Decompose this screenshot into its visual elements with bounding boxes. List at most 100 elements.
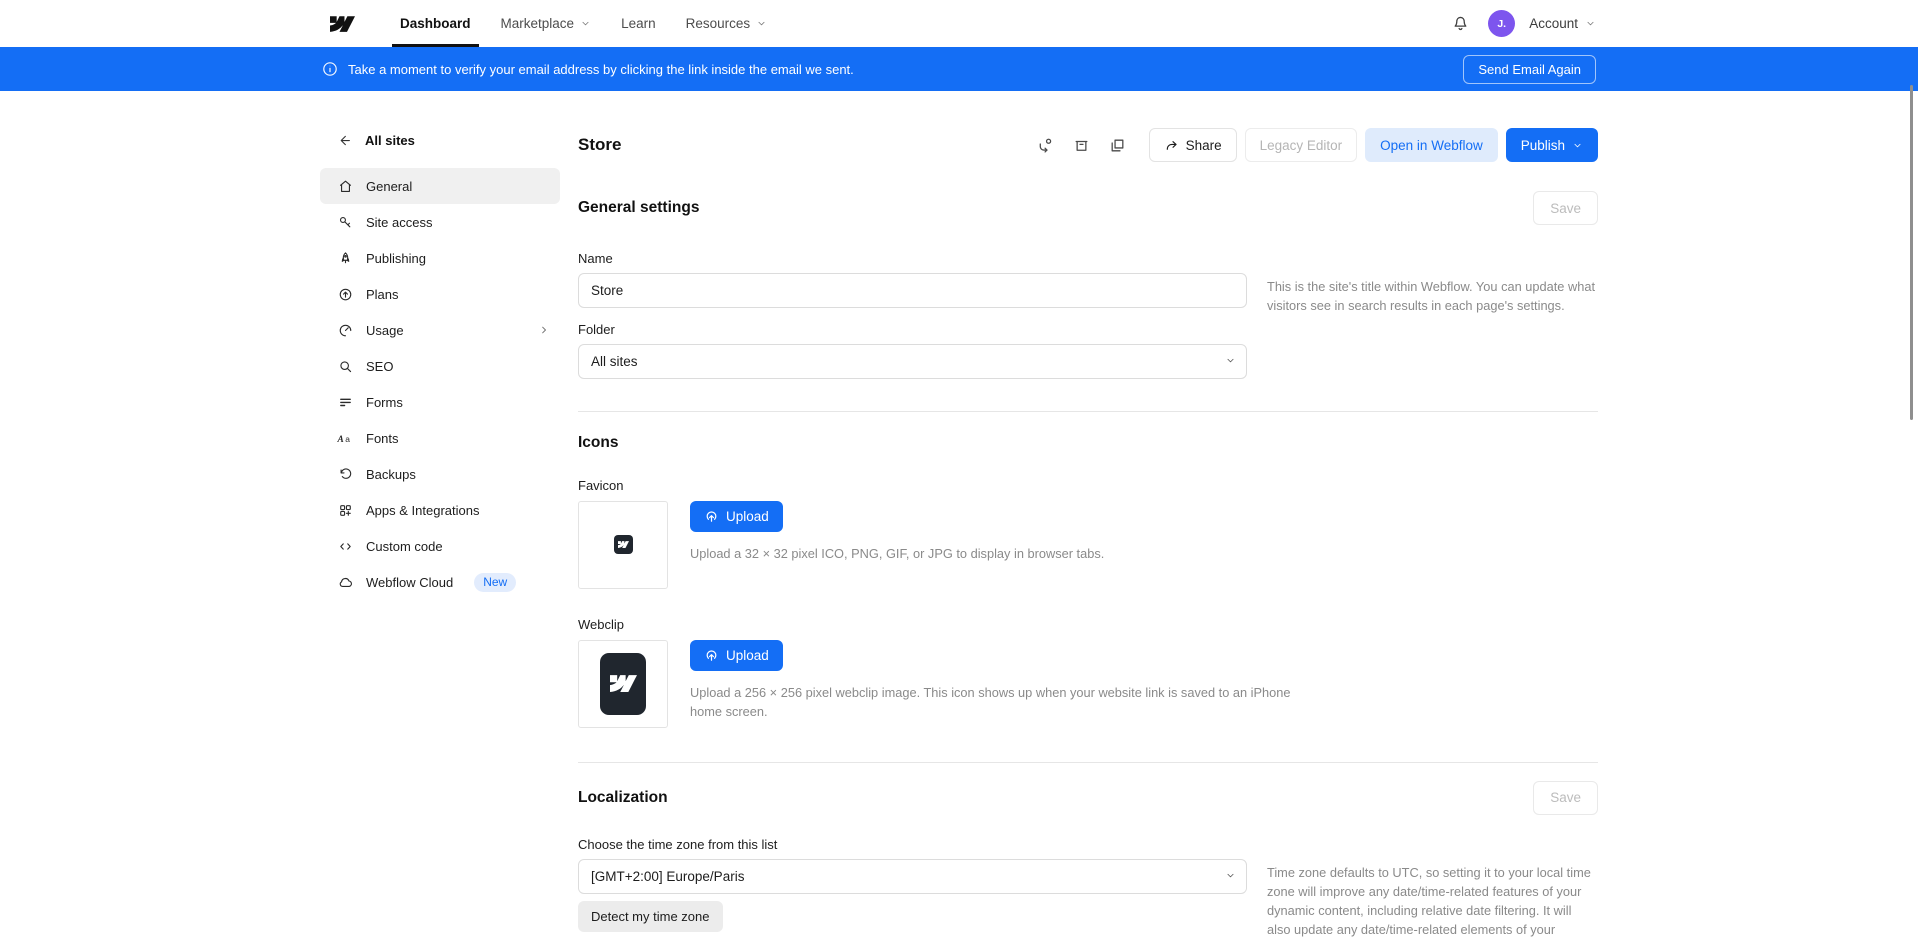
webclip-preview [578, 640, 668, 728]
forms-icon [337, 395, 353, 410]
send-email-again-button[interactable]: Send Email Again [1463, 55, 1596, 84]
nav-item-learn[interactable]: Learn [621, 0, 656, 47]
favicon-preview [578, 501, 668, 589]
code-icon [337, 539, 353, 554]
svg-text:a: a [345, 433, 350, 443]
publish-label: Publish [1521, 138, 1565, 153]
timezone-select-value: [GMT+2:00] Europe/Paris [591, 869, 744, 884]
sidebar-item-label: Forms [366, 395, 403, 410]
info-icon [322, 61, 338, 77]
name-field-label: Name [578, 251, 1598, 266]
timezone-label: Choose the time zone from this list [578, 837, 1598, 852]
sidebar-item-fonts[interactable]: Aa Fonts [320, 420, 560, 456]
chevron-down-icon [1225, 870, 1236, 881]
sidebar-item-label: Site access [366, 215, 432, 230]
vertical-scrollbar[interactable] [1910, 85, 1913, 420]
sidebar-item-site-access[interactable]: Site access [320, 204, 560, 240]
legacy-editor-button[interactable]: Legacy Editor [1245, 128, 1358, 162]
favicon-help-text: Upload a 32 × 32 pixel ICO, PNG, GIF, or… [690, 544, 1104, 563]
sidebar-item-seo[interactable]: SEO [320, 348, 560, 384]
fonts-icon: Aa [337, 431, 353, 446]
new-badge: New [474, 573, 516, 592]
key-icon [337, 215, 353, 230]
sidebar-item-webflow-cloud[interactable]: Webflow Cloud New [320, 564, 560, 600]
settings-content: Store Share Legacy Editor Open in Webflo… [578, 91, 1598, 941]
publish-button[interactable]: Publish [1506, 128, 1598, 162]
chevron-right-icon [538, 324, 550, 336]
favicon-upload-label: Upload [726, 509, 769, 524]
general-settings-heading: General settings [578, 199, 699, 217]
site-name-input[interactable] [578, 273, 1247, 308]
sidebar-item-label: General [366, 179, 412, 194]
share-button[interactable]: Share [1149, 128, 1237, 162]
notifications-bell-icon[interactable] [1446, 10, 1474, 38]
back-to-all-sites[interactable]: All sites [320, 133, 560, 148]
sidebar-item-publishing[interactable]: Publishing [320, 240, 560, 276]
sidebar-item-label: Plans [366, 287, 399, 302]
sidebar-item-label: Webflow Cloud [366, 575, 453, 590]
email-verify-banner: Take a moment to verify your email addre… [0, 47, 1918, 91]
page-title: Store [578, 135, 621, 155]
sidebar-item-apps-integrations[interactable]: Apps & Integrations [320, 492, 560, 528]
sidebar-item-label: Custom code [366, 539, 443, 554]
webflow-logo-icon[interactable] [330, 16, 355, 32]
section-divider [578, 411, 1598, 412]
folder-select[interactable]: All sites [578, 344, 1247, 379]
account-menu[interactable]: Account [1529, 16, 1596, 31]
folder-select-value: All sites [591, 354, 638, 369]
localization-save-button[interactable]: Save [1533, 781, 1598, 815]
icons-heading: Icons [578, 434, 1598, 452]
webclip-help-text: Upload a 256 × 256 pixel webclip image. … [690, 683, 1310, 721]
primary-nav: Dashboard Marketplace Learn Resources [385, 0, 782, 47]
avatar[interactable]: J. [1488, 10, 1515, 37]
chevron-down-icon [756, 18, 767, 29]
rocket-icon [337, 251, 353, 266]
archive-site-icon[interactable] [1069, 132, 1095, 158]
sidebar-item-label: Apps & Integrations [366, 503, 479, 518]
folder-field-label: Folder [578, 322, 1598, 337]
sidebar-item-custom-code[interactable]: Custom code [320, 528, 560, 564]
timezone-select[interactable]: [GMT+2:00] Europe/Paris [578, 859, 1247, 894]
banner-message: Take a moment to verify your email addre… [348, 62, 854, 77]
localization-heading: Localization [578, 789, 668, 807]
top-navigation: Dashboard Marketplace Learn Resources J. Ac… [0, 0, 1918, 47]
duplicate-site-icon[interactable] [1105, 132, 1131, 158]
name-help-text: This is the site's title within Webflow.… [1267, 273, 1597, 316]
chevron-down-icon [580, 18, 591, 29]
open-in-webflow-button[interactable]: Open in Webflow [1365, 128, 1498, 162]
apps-icon [337, 503, 353, 518]
webclip-upload-button[interactable]: Upload [690, 640, 783, 671]
sidebar-item-forms[interactable]: Forms [320, 384, 560, 420]
sidebar-item-label: Publishing [366, 251, 426, 266]
upload-icon [704, 509, 719, 524]
svg-text:A: A [337, 434, 344, 444]
nav-item-resources[interactable]: Resources [686, 0, 768, 47]
chevron-down-icon [1572, 140, 1583, 151]
search-icon [337, 359, 353, 374]
back-label: All sites [365, 133, 415, 148]
favicon-label: Favicon [578, 478, 1598, 493]
share-label: Share [1186, 138, 1222, 153]
nav-item-label: Dashboard [400, 16, 471, 31]
detect-timezone-button[interactable]: Detect my time zone [578, 901, 723, 932]
upload-icon [704, 648, 719, 663]
webclip-label: Webclip [578, 617, 1598, 632]
timezone-help-text: Time zone defaults to UTC, so setting it… [1267, 859, 1597, 941]
favicon-upload-button[interactable]: Upload [690, 501, 783, 532]
general-save-button[interactable]: Save [1533, 191, 1598, 225]
sidebar-item-label: Usage [366, 323, 404, 338]
nav-item-label: Learn [621, 16, 656, 31]
nav-item-dashboard[interactable]: Dashboard [400, 0, 471, 47]
sidebar-item-label: Fonts [366, 431, 399, 446]
chevron-down-icon [1225, 355, 1236, 366]
nav-item-label: Resources [686, 16, 751, 31]
cloud-icon [337, 575, 353, 590]
sidebar-item-general[interactable]: General [320, 168, 560, 204]
nav-item-marketplace[interactable]: Marketplace [501, 0, 592, 47]
transfer-site-icon[interactable] [1033, 132, 1059, 158]
sidebar-item-backups[interactable]: Backups [320, 456, 560, 492]
sidebar-item-plans[interactable]: Plans [320, 276, 560, 312]
arrow-left-icon [337, 133, 352, 148]
chevron-down-icon [1585, 18, 1596, 29]
sidebar-item-usage[interactable]: Usage [320, 312, 560, 348]
